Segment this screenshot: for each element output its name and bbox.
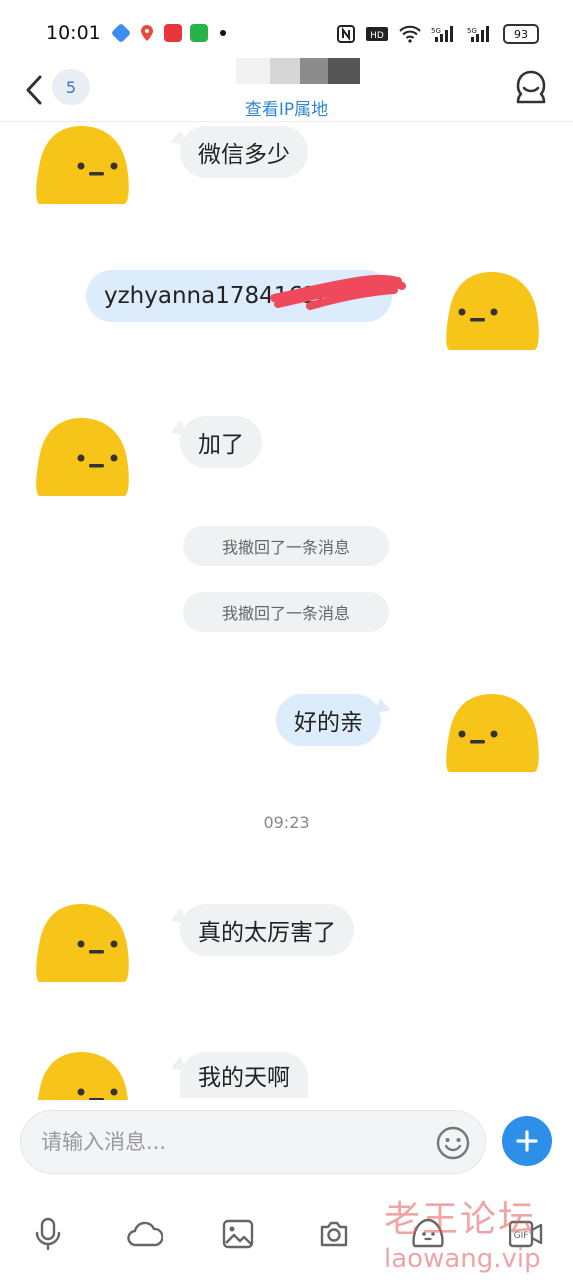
- watermark-chinese: 老王论坛: [384, 1199, 537, 1240]
- contact-avatar[interactable]: [34, 1046, 130, 1100]
- notification-icons: [110, 22, 226, 44]
- 5g-signal-icon: 5G: [467, 25, 493, 43]
- system-indicators: HD 5G 5G 93: [337, 24, 539, 44]
- watermark-url: laowang.vip: [384, 1244, 541, 1274]
- message-timestamp: 09:23: [263, 813, 310, 832]
- image-button[interactable]: [218, 1214, 258, 1254]
- incoming-message-bubble[interactable]: 真的太厉害了: [180, 904, 354, 956]
- svg-text:HD: HD: [370, 31, 384, 41]
- cloud-icon: [127, 1221, 163, 1247]
- message-input-bar: [20, 1110, 486, 1174]
- camera-button[interactable]: [314, 1214, 354, 1254]
- contact-avatar[interactable]: [34, 120, 130, 210]
- hd-icon: HD: [365, 25, 389, 43]
- yellow-blob-avatar-icon: [36, 126, 129, 204]
- message-input[interactable]: [41, 1111, 421, 1173]
- forum-watermark: 老王论坛 laowang.vip: [384, 1190, 564, 1274]
- mic-icon: [35, 1217, 61, 1251]
- recall-notice: 我撤回了一条消息: [183, 592, 389, 632]
- cloud-button[interactable]: [124, 1214, 166, 1254]
- contact-avatar[interactable]: [34, 412, 130, 502]
- outgoing-message-bubble[interactable]: 好的亲: [276, 694, 381, 746]
- plus-icon: [516, 1130, 538, 1152]
- 5g-signal-icon: 5G: [431, 25, 457, 43]
- red-scribble-redaction: [270, 274, 406, 310]
- my-avatar[interactable]: [444, 266, 540, 356]
- status-bar: 10:01 HD 5G 5G 93: [0, 0, 573, 66]
- yellow-blob-avatar-icon: [36, 904, 129, 982]
- video-app-icon: [190, 24, 208, 42]
- yellow-blob-avatar-icon: [36, 418, 129, 496]
- yellow-blob-avatar-icon: [446, 694, 539, 772]
- yellow-blob-avatar-icon: [37, 1052, 128, 1100]
- chat-header: 5 查看IP属地: [0, 58, 573, 122]
- more-notifications-dot: [220, 30, 226, 36]
- nfc-icon: [337, 25, 355, 43]
- svg-text:5G: 5G: [431, 27, 441, 35]
- map-pin-icon: [138, 24, 156, 42]
- person-icon: [516, 70, 546, 104]
- red-app-icon: [164, 24, 182, 42]
- wifi-icon: [399, 25, 421, 43]
- more-options-button[interactable]: [502, 1116, 552, 1166]
- incoming-message-bubble[interactable]: 微信多少: [180, 126, 308, 178]
- recall-notice: 我撤回了一条消息: [183, 526, 389, 566]
- image-icon: [222, 1219, 254, 1249]
- incoming-message-bubble[interactable]: 我的天啊: [180, 1052, 308, 1098]
- incoming-message-bubble[interactable]: 加了: [180, 416, 262, 468]
- emoji-button[interactable]: [435, 1125, 471, 1161]
- svg-text:5G: 5G: [467, 27, 477, 35]
- app-notification-icon: [110, 22, 132, 44]
- camera-icon: [320, 1221, 348, 1247]
- contact-name-redacted: [236, 58, 360, 84]
- view-ip-location-link[interactable]: 查看IP属地: [0, 95, 573, 120]
- voice-button[interactable]: [28, 1214, 68, 1254]
- contact-avatar[interactable]: [34, 898, 130, 988]
- my-avatar[interactable]: [444, 688, 540, 778]
- battery-indicator: 93: [503, 24, 539, 44]
- smiley-icon: [436, 1126, 470, 1160]
- status-time: 10:01: [46, 22, 101, 44]
- profile-button[interactable]: [511, 68, 551, 108]
- yellow-blob-avatar-icon: [446, 272, 539, 350]
